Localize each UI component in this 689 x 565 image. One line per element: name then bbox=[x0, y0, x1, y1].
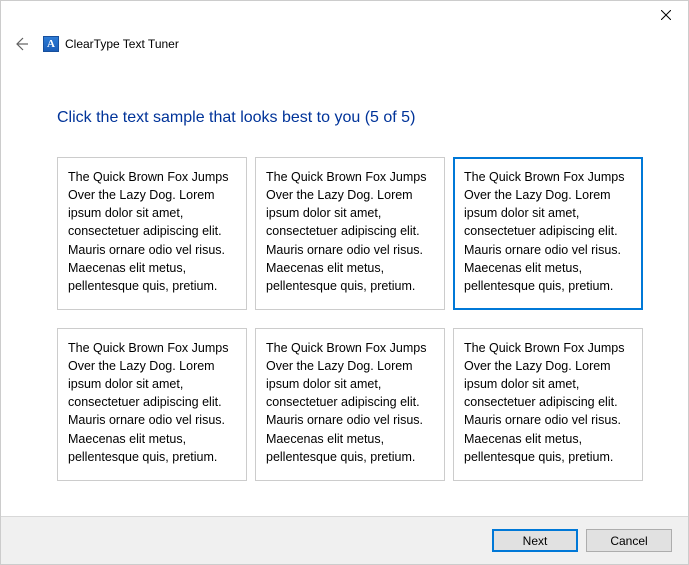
sample-grid: The Quick Brown Fox Jumps Over the Lazy … bbox=[57, 157, 652, 481]
text-sample-5[interactable]: The Quick Brown Fox Jumps Over the Lazy … bbox=[255, 328, 445, 481]
back-button[interactable] bbox=[11, 34, 31, 54]
sample-text: The Quick Brown Fox Jumps Over the Lazy … bbox=[266, 170, 426, 293]
sample-text: The Quick Brown Fox Jumps Over the Lazy … bbox=[68, 341, 228, 464]
sample-text: The Quick Brown Fox Jumps Over the Lazy … bbox=[464, 170, 624, 293]
app-icon-letter: A bbox=[47, 38, 55, 50]
text-sample-2[interactable]: The Quick Brown Fox Jumps Over the Lazy … bbox=[255, 157, 445, 310]
header-row: A ClearType Text Tuner bbox=[1, 31, 688, 57]
next-button[interactable]: Next bbox=[492, 529, 578, 552]
cleartype-app-icon: A bbox=[43, 36, 59, 52]
titlebar bbox=[1, 1, 688, 31]
text-sample-3[interactable]: The Quick Brown Fox Jumps Over the Lazy … bbox=[453, 157, 643, 310]
sample-text: The Quick Brown Fox Jumps Over the Lazy … bbox=[266, 341, 426, 464]
text-sample-4[interactable]: The Quick Brown Fox Jumps Over the Lazy … bbox=[57, 328, 247, 481]
content-area: Click the text sample that looks best to… bbox=[1, 57, 688, 481]
text-sample-1[interactable]: The Quick Brown Fox Jumps Over the Lazy … bbox=[57, 157, 247, 310]
sample-text: The Quick Brown Fox Jumps Over the Lazy … bbox=[68, 170, 228, 293]
cancel-button[interactable]: Cancel bbox=[586, 529, 672, 552]
close-button[interactable] bbox=[643, 1, 688, 29]
instruction-text: Click the text sample that looks best to… bbox=[57, 109, 652, 127]
close-icon bbox=[661, 10, 671, 20]
window-title: ClearType Text Tuner bbox=[65, 37, 179, 51]
back-arrow-icon bbox=[13, 36, 29, 52]
text-sample-6[interactable]: The Quick Brown Fox Jumps Over the Lazy … bbox=[453, 328, 643, 481]
sample-text: The Quick Brown Fox Jumps Over the Lazy … bbox=[464, 341, 624, 464]
footer: Next Cancel bbox=[1, 516, 688, 564]
